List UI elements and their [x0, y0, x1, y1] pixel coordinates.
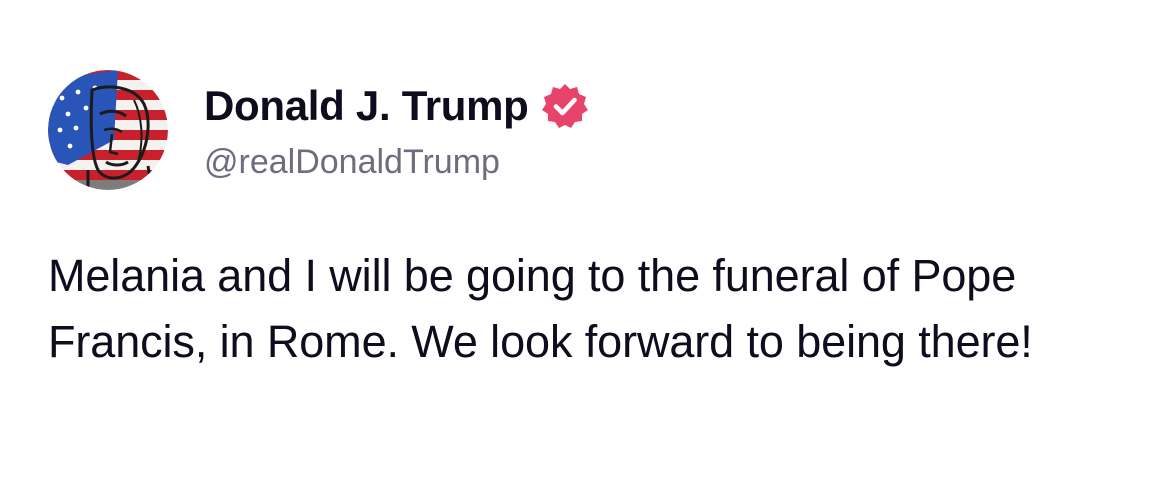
author-handle[interactable]: @realDonaldTrump	[204, 143, 500, 182]
verified-badge-icon	[541, 82, 589, 130]
flag-portrait-avatar-icon	[48, 70, 168, 190]
post-body-text: Melania and I will be going to the funer…	[48, 250, 1033, 367]
author-avatar[interactable]	[48, 70, 168, 190]
post-card: Donald J. Trump @realDonaldTrump Melania…	[0, 0, 1170, 495]
author-display-name[interactable]: Donald J. Trump	[204, 82, 529, 130]
author-name-row: Donald J. Trump	[204, 80, 589, 132]
